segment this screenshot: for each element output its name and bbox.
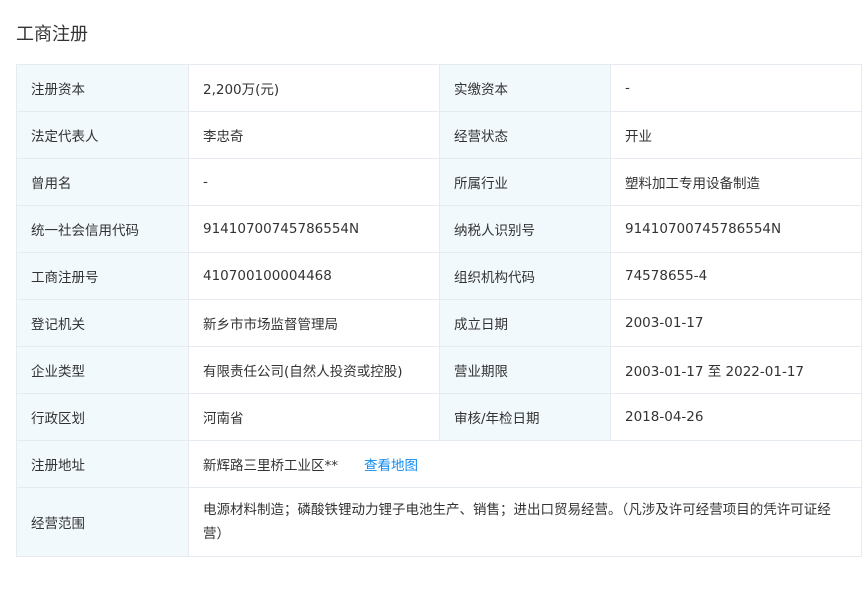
established-date-label: 成立日期 (439, 299, 611, 347)
taxpayer-id-label: 纳税人识别号 (439, 205, 611, 253)
organization-code-label: 组织机构代码 (439, 252, 611, 300)
operating-status-value: 开业 (610, 111, 862, 159)
registration-authority-value: 新乡市市场监督管理局 (188, 299, 440, 347)
table-row: 行政区划 河南省 审核/年检日期 2018-04-26 (16, 393, 862, 441)
table-row: 注册地址 新辉路三里桥工业区** 查看地图 (16, 440, 862, 488)
business-term-value: 2003-01-17 至 2022-01-17 (610, 346, 862, 394)
taxpayer-id-value: 91410700745786554N (610, 205, 862, 253)
table-row: 曾用名 - 所属行业 塑料加工专用设备制造 (16, 158, 862, 206)
administrative-region-label: 行政区划 (16, 393, 189, 441)
inspection-date-value: 2018-04-26 (610, 393, 862, 441)
paid-in-capital-value: - (610, 64, 862, 112)
registered-address-value: 新辉路三里桥工业区** (203, 458, 338, 474)
registered-address-label: 注册地址 (16, 440, 189, 488)
table-row: 统一社会信用代码 91410700745786554N 纳税人识别号 91410… (16, 205, 862, 253)
industry-value: 塑料加工专用设备制造 (610, 158, 862, 206)
table-row: 法定代表人 李忠奇 经营状态 开业 (16, 111, 862, 159)
registered-capital-value: 2,200万(元) (188, 64, 440, 112)
inspection-date-label: 审核/年检日期 (439, 393, 611, 441)
table-row: 登记机关 新乡市市场监督管理局 成立日期 2003-01-17 (16, 299, 862, 347)
view-map-link[interactable]: 查看地图 (364, 458, 418, 474)
company-registration-page: 工商注册 注册资本 2,200万(元) 实缴资本 - 法定代表人 李忠奇 经营状… (0, 0, 866, 600)
registration-number-value: 410700100004468 (188, 252, 440, 300)
administrative-region-value: 河南省 (188, 393, 440, 441)
business-scope-label: 经营范围 (16, 487, 189, 557)
registration-number-label: 工商注册号 (16, 252, 189, 300)
section-title: 工商注册 (16, 24, 88, 45)
former-name-value: - (188, 158, 440, 206)
table-row: 经营范围 电源材料制造；磷酸铁锂动力锂子电池生产、销售；进出口贸易经营。（凡涉及… (16, 487, 862, 557)
table-row: 企业类型 有限责任公司(自然人投资或控股) 营业期限 2003-01-17 至 … (16, 346, 862, 394)
former-name-label: 曾用名 (16, 158, 189, 206)
industry-label: 所属行业 (439, 158, 611, 206)
table-row: 工商注册号 410700100004468 组织机构代码 74578655-4 (16, 252, 862, 300)
credit-code-label: 统一社会信用代码 (16, 205, 189, 253)
credit-code-value: 91410700745786554N (188, 205, 440, 253)
registration-info-table: 注册资本 2,200万(元) 实缴资本 - 法定代表人 李忠奇 经营状态 开业 … (16, 64, 862, 557)
table-row: 注册资本 2,200万(元) 实缴资本 - (16, 64, 862, 112)
legal-representative-value: 李忠奇 (188, 111, 440, 159)
registered-capital-label: 注册资本 (16, 64, 189, 112)
company-type-label: 企业类型 (16, 346, 189, 394)
company-type-value: 有限责任公司(自然人投资或控股) (188, 346, 440, 394)
organization-code-value: 74578655-4 (610, 252, 862, 300)
business-term-label: 营业期限 (439, 346, 611, 394)
legal-representative-label: 法定代表人 (16, 111, 189, 159)
registration-authority-label: 登记机关 (16, 299, 189, 347)
paid-in-capital-label: 实缴资本 (439, 64, 611, 112)
operating-status-label: 经营状态 (439, 111, 611, 159)
established-date-value: 2003-01-17 (610, 299, 862, 347)
registered-address-cell: 新辉路三里桥工业区** 查看地图 (188, 440, 862, 488)
business-scope-value: 电源材料制造；磷酸铁锂动力锂子电池生产、销售；进出口贸易经营。（凡涉及许可经营项… (188, 487, 862, 557)
